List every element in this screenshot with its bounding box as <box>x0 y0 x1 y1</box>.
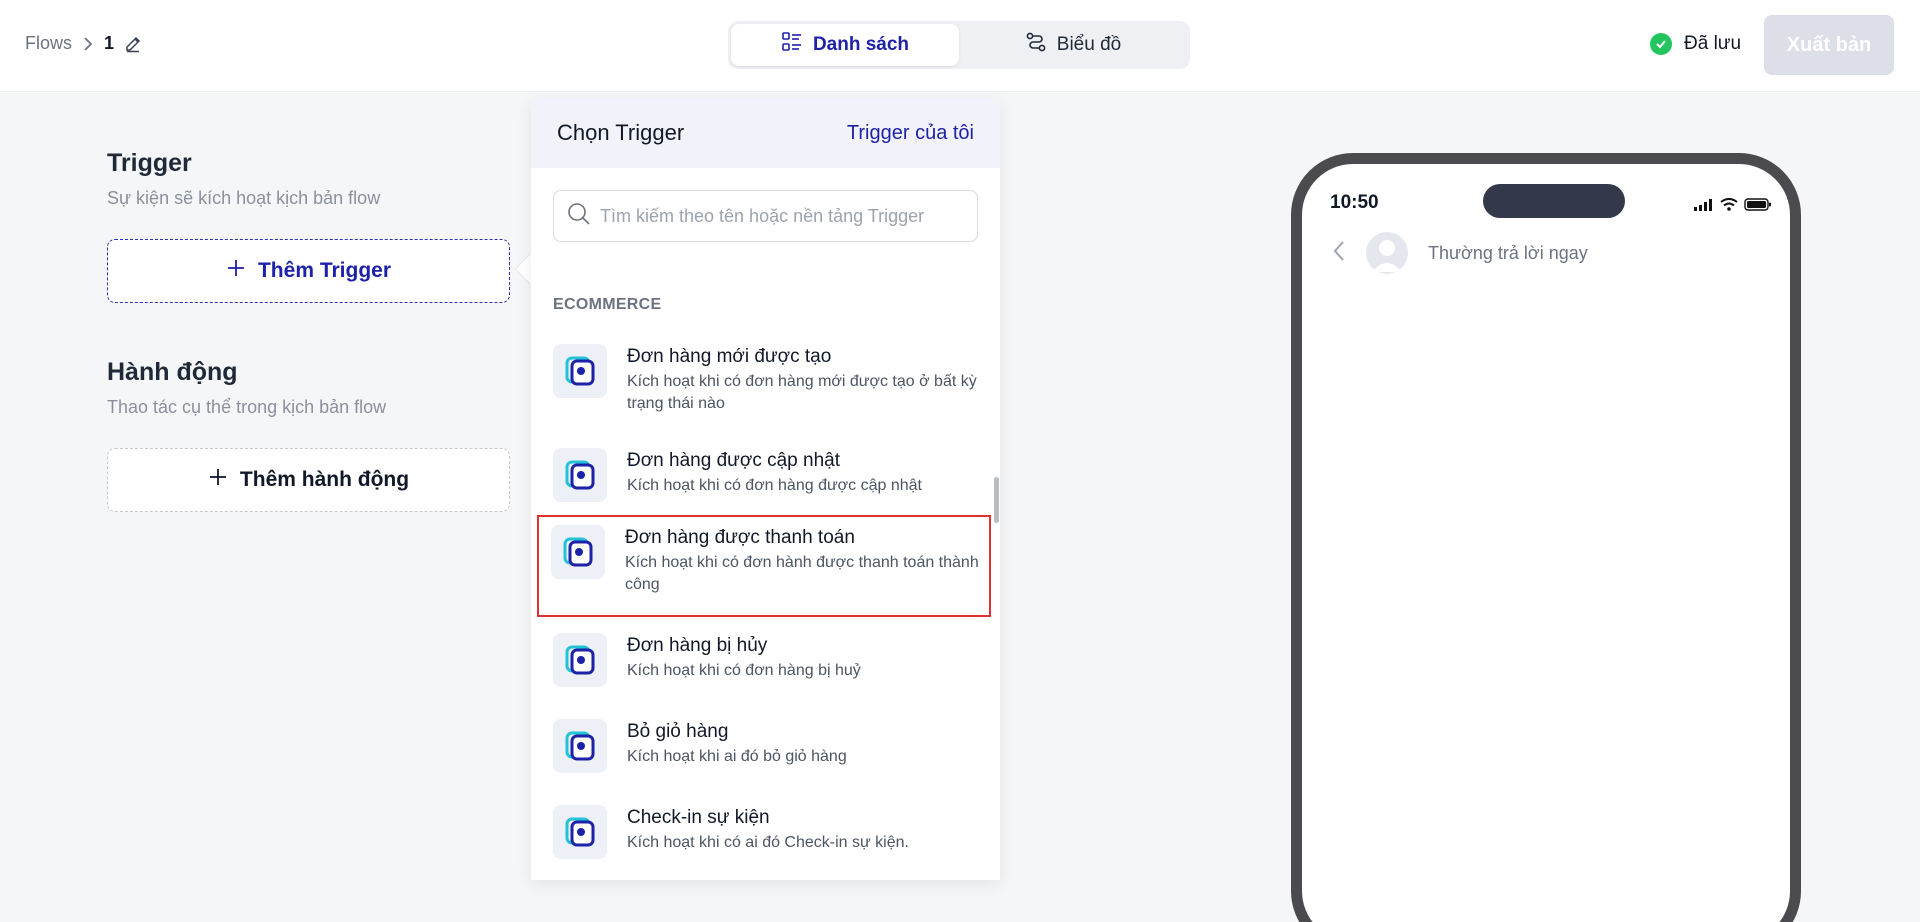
view-toggle: Danh sách Biểu đồ <box>728 21 1190 69</box>
check-circle-icon <box>1650 33 1672 55</box>
flow-name: 1 <box>104 33 115 53</box>
search-icon <box>566 201 592 232</box>
ecommerce-app-icon <box>553 719 607 773</box>
trigger-item-order-created[interactable]: Đơn hàng mới được tạo Kích hoạt khi có đ… <box>541 336 987 422</box>
publish-button[interactable]: Xuất bản <box>1764 15 1894 75</box>
phone-status-icons <box>1694 198 1772 216</box>
add-trigger-button[interactable]: Thêm Trigger <box>107 239 510 303</box>
add-action-button[interactable]: Thêm hành động <box>107 448 510 512</box>
ecommerce-app-icon <box>551 525 605 579</box>
trigger-item-desc: Kích hoạt khi có ai đó Check-in sự kiện. <box>627 834 909 851</box>
plus-icon <box>208 467 228 493</box>
tab-list-view[interactable]: Danh sách <box>731 24 959 66</box>
battery-icon <box>1744 198 1772 216</box>
trigger-item-desc: Kích hoạt khi có đơn hàng bị huỷ <box>627 662 861 679</box>
panel-title: Chọn Trigger <box>557 120 685 145</box>
top-bar: Flows 1 Danh sách Biểu đồ Đã lưu Xuất bả… <box>0 0 1920 92</box>
trigger-section-subtitle: Sự kiện sẽ kích hoạt kịch bản flow <box>107 188 381 208</box>
tab-diagram-label: Biểu đồ <box>1056 34 1122 55</box>
trigger-item-title: Bỏ giỏ hàng <box>627 721 729 742</box>
trigger-item-desc: Kích hoạt khi ai đó bỏ giỏ hàng <box>627 748 847 765</box>
add-trigger-label: Thêm Trigger <box>257 259 392 282</box>
group-label-ecommerce: ECOMMERCE <box>553 296 662 313</box>
my-triggers-link[interactable]: Trigger của tôi <box>847 122 974 145</box>
trigger-item-event-checkin[interactable]: Check-in sự kiện Kích hoạt khi có ai đó … <box>541 797 987 867</box>
add-action-label: Thêm hành động <box>239 468 410 491</box>
panel-header: Chọn Trigger Trigger của tôi <box>531 98 1000 168</box>
back-chevron-icon[interactable] <box>1332 239 1346 268</box>
tab-list-label: Danh sách <box>812 34 910 55</box>
chat-status-text: Thường trả lời ngay <box>1428 242 1588 263</box>
breadcrumb-flows-link[interactable]: Flows <box>25 33 72 54</box>
trigger-item-order-updated[interactable]: Đơn hàng được cập nhật Kích hoạt khi có … <box>541 440 987 510</box>
chat-header: Thường trả lời ngay <box>1332 232 1588 274</box>
trigger-picker-panel: Chọn Trigger Trigger của tôi ECOMMERCE Đ… <box>531 98 1000 880</box>
trigger-search <box>553 190 978 242</box>
edit-icon[interactable] <box>124 35 142 53</box>
save-status-label: Đã lưu <box>1684 33 1742 54</box>
plus-icon <box>226 258 246 284</box>
tab-diagram-view[interactable]: Biểu đồ <box>959 24 1187 66</box>
trigger-item-order-cancelled[interactable]: Đơn hàng bị hủy Kích hoạt khi có đơn hàn… <box>541 625 987 695</box>
trigger-item-abandoned-cart[interactable]: Bỏ giỏ hàng Kích hoạt khi ai đó bỏ giỏ h… <box>541 711 987 781</box>
trigger-item-desc: Kích hoạt khi có đơn hành được thanh toá… <box>625 554 979 593</box>
save-status: Đã lưu <box>1650 33 1741 55</box>
trigger-item-desc: Kích hoạt khi có đơn hàng được cập nhật <box>627 477 922 494</box>
ecommerce-app-icon <box>553 448 607 502</box>
ecommerce-app-icon <box>553 633 607 687</box>
trigger-item-title: Đơn hàng được thanh toán <box>625 527 855 548</box>
list-icon <box>781 31 803 59</box>
panel-scrollbar[interactable] <box>994 477 999 523</box>
phone-preview: 10:50 Thường trả lời ngay <box>1291 153 1801 922</box>
signal-icon <box>1694 198 1714 216</box>
trigger-item-title: Đơn hàng mới được tạo <box>627 346 832 367</box>
breadcrumb: Flows 1 <box>25 33 142 54</box>
trigger-item-order-paid[interactable]: Đơn hàng được thanh toán Kích hoạt khi c… <box>537 515 991 617</box>
trigger-item-desc: Kích hoạt khi có đơn hàng mới được tạo ở… <box>627 373 977 412</box>
flow-diagram-icon <box>1025 31 1047 59</box>
trigger-section-title: Trigger <box>107 149 192 177</box>
trigger-item-title: Đơn hàng được cập nhật <box>627 450 840 471</box>
phone-notch <box>1483 184 1625 218</box>
ecommerce-app-icon <box>553 344 607 398</box>
avatar <box>1366 232 1408 274</box>
ecommerce-app-icon <box>553 805 607 859</box>
action-section-subtitle: Thao tác cụ thể trong kịch bản flow <box>107 397 387 417</box>
action-section-title: Hành động <box>107 358 238 386</box>
chevron-right-icon <box>82 36 94 52</box>
trigger-search-input[interactable] <box>600 205 960 227</box>
trigger-item-title: Check-in sự kiện <box>627 807 770 828</box>
trigger-item-title: Đơn hàng bị hủy <box>627 635 768 656</box>
wifi-icon <box>1720 198 1738 216</box>
phone-clock: 10:50 <box>1330 192 1379 213</box>
